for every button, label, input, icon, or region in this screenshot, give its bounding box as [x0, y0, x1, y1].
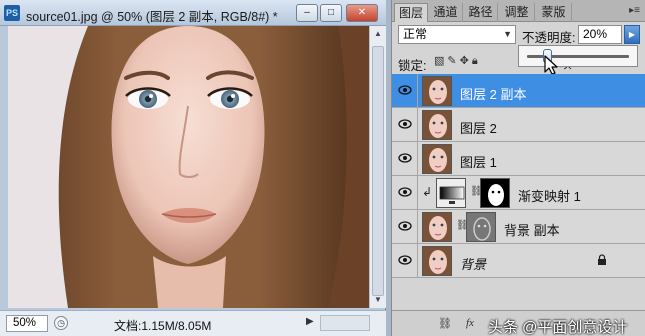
layer-row[interactable]: ⛓ 背景 副本 [392, 210, 645, 244]
layer-row[interactable]: 图层 2 [392, 108, 645, 142]
divider [417, 244, 418, 278]
layer-row[interactable]: 背景 [392, 244, 645, 278]
layer-name[interactable]: 背景 副本 [504, 220, 560, 239]
layer-name[interactable]: 图层 2 [460, 118, 497, 137]
layer-name[interactable]: 渐变映射 1 [518, 186, 581, 205]
document-canvas[interactable] [8, 26, 369, 308]
scroll-up-icon[interactable]: ▲ [370, 26, 386, 42]
lock-all-icon[interactable]: 🔒︎ [472, 55, 481, 67]
layer-name[interactable]: 背景 [460, 254, 486, 273]
document-titlebar[interactable]: PS source01.jpg @ 50% (图层 2 副本, RGB/8#) … [0, 0, 386, 26]
portrait-image [8, 26, 369, 308]
link-layers-icon[interactable]: ⛓ [438, 317, 452, 330]
eye-icon[interactable] [398, 119, 412, 129]
lock-options: ▧✎✥🔒︎ [434, 54, 481, 68]
layer-thumbnail [422, 246, 452, 276]
lock-label: 锁定: [398, 59, 427, 73]
divider [417, 176, 418, 210]
layer-row[interactable]: 图层 2 副本 [392, 74, 645, 108]
panel-tabs: 图层 通道 路径 调整 蒙版 ▸≡ [392, 0, 645, 22]
mouse-cursor-icon [544, 55, 558, 75]
tab-paths[interactable]: 路径 [464, 3, 498, 22]
zoom-field[interactable]: 50% [6, 315, 48, 332]
adjustment-thumbnail[interactable] [436, 178, 466, 208]
layers-panel: 图层 通道 路径 调整 蒙版 ▸≡ 正常 ▼ 不透明度: 20% ▶ 锁定: ▧… [391, 0, 645, 336]
tab-channels[interactable]: 通道 [429, 3, 463, 22]
watermark: 头条 @平面创意设计 [488, 319, 628, 336]
horizontal-scrollbar[interactable] [320, 315, 370, 331]
close-button[interactable]: ✕ [346, 4, 378, 22]
lock-transparent-icon[interactable]: ▧ [434, 55, 447, 67]
layer-thumbnail [422, 76, 452, 106]
opacity-slider-popup[interactable] [518, 45, 638, 67]
divider [417, 142, 418, 176]
vertical-scrollbar[interactable]: ▲ ▼ [369, 26, 386, 308]
scroll-down-icon[interactable]: ▼ [370, 292, 386, 308]
layer-row[interactable]: ↲ ⛓ 渐变映射 1 [392, 176, 645, 210]
panel-footer: ⛓ fx 头条 @平面创意设计 [392, 310, 645, 336]
minimize-button[interactable]: – [296, 4, 318, 22]
document-size-info: 文档:1.15M/8.05M [114, 319, 212, 333]
scroll-thumb[interactable] [372, 46, 384, 296]
lock-paint-icon[interactable]: ✎ [447, 55, 459, 67]
eye-icon[interactable] [398, 85, 412, 95]
status-info-icon[interactable]: ◷ [54, 316, 68, 330]
chevron-down-icon: ▼ [503, 29, 512, 39]
layer-mask-thumbnail[interactable] [480, 178, 510, 208]
eye-icon[interactable] [398, 221, 412, 231]
clipping-arrow-icon: ↲ [422, 185, 433, 199]
eye-icon[interactable] [398, 255, 412, 265]
layer-thumbnail [422, 110, 452, 140]
status-menu-arrow-icon[interactable]: ▶ [306, 316, 314, 327]
status-bar: 50% ◷ 文档:1.15M/8.05M ▶ [0, 310, 386, 336]
opacity-label: 不透明度: [522, 31, 576, 45]
layer-thumbnail [422, 212, 452, 242]
layer-mask-thumbnail[interactable] [466, 212, 496, 242]
document-window: PS source01.jpg @ 50% (图层 2 副本, RGB/8#) … [0, 0, 386, 336]
opacity-input[interactable]: 20% [578, 25, 622, 44]
tab-adjustments[interactable]: 调整 [499, 3, 535, 22]
layer-row[interactable]: 图层 1 [392, 142, 645, 176]
eye-icon[interactable] [398, 187, 412, 197]
divider [417, 108, 418, 142]
maximize-button[interactable]: □ [320, 4, 342, 22]
opacity-slider-toggle-button[interactable]: ▶ [624, 25, 640, 44]
lock-move-icon[interactable]: ✥ [460, 55, 472, 67]
tab-masks[interactable]: 蒙版 [536, 3, 572, 22]
tab-layers[interactable]: 图层 [394, 3, 428, 22]
layer-name[interactable]: 图层 2 副本 [460, 84, 526, 103]
panel-menu-icon[interactable]: ▸≡ [629, 5, 640, 16]
photoshop-icon: PS [4, 5, 20, 21]
blend-mode-value: 正常 [403, 27, 428, 41]
divider [417, 210, 418, 244]
layer-thumbnail [422, 144, 452, 174]
lock-icon [598, 254, 606, 265]
layer-name[interactable]: 图层 1 [460, 152, 497, 171]
divider [417, 74, 418, 108]
document-title: source01.jpg @ 50% (图层 2 副本, RGB/8#) * [26, 10, 278, 24]
blend-mode-select[interactable]: 正常 ▼ [398, 25, 516, 44]
fx-icon[interactable]: fx [466, 317, 474, 329]
eye-icon[interactable] [398, 153, 412, 163]
